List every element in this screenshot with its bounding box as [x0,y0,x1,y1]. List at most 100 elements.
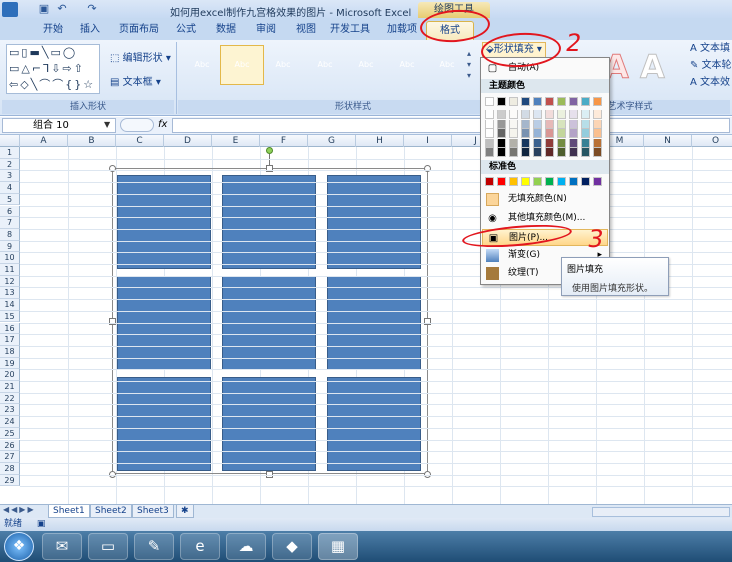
tab-insert[interactable]: 插入 [74,21,106,40]
wordart-style-white[interactable]: A [640,48,666,87]
standard-color-swatch[interactable] [593,177,602,186]
name-box-dropdown-icon[interactable]: ▼ [104,120,110,129]
theme-color-shade-swatch[interactable] [569,129,578,138]
column-header-o[interactable]: O [692,135,732,147]
column-header-n[interactable]: N [644,135,692,147]
theme-color-shade-swatch[interactable] [497,138,506,148]
paint-app-icon[interactable]: ✎ [134,533,174,560]
shape-style-aqua[interactable]: Abc [390,50,424,80]
sheet-nav-arrows-icon[interactable]: ◀◀▶▶ [3,505,36,514]
horizontal-scrollbar[interactable] [592,507,730,517]
grid-cell[interactable] [117,175,211,269]
row-header[interactable]: 27 [0,451,20,463]
theme-color-shade-swatch[interactable] [581,129,590,138]
tab-home[interactable]: 开始 [34,21,72,40]
theme-color-shade-swatch[interactable] [569,138,578,148]
theme-color-shade-swatch[interactable] [533,129,542,138]
standard-color-swatch[interactable] [533,177,542,186]
theme-color-shade-swatch[interactable] [545,148,554,157]
theme-color-shade-swatch[interactable] [545,138,554,148]
row-header[interactable]: 4 [0,182,20,194]
row-header[interactable]: 19 [0,357,20,370]
tab-view[interactable]: 视图 [290,21,322,40]
theme-color-shade-swatch[interactable] [557,129,566,138]
undo-icon[interactable]: ↶ [54,2,70,17]
shape-style-red[interactable]: Abc [266,50,300,80]
row-header[interactable]: 28 [0,462,20,475]
theme-color-swatch[interactable] [593,97,602,106]
grid-cell[interactable] [327,175,421,269]
theme-color-swatch[interactable] [581,97,590,106]
theme-color-shade-swatch[interactable] [569,110,578,119]
text-fill-button[interactable]: A 文本填 [690,42,730,56]
theme-color-shade-swatch[interactable] [509,110,518,119]
theme-color-shade-swatch[interactable] [497,119,506,129]
theme-color-shade-swatch[interactable] [509,148,518,157]
theme-color-shade-swatch[interactable] [593,138,602,148]
row-header[interactable]: 6 [0,205,20,218]
row-header[interactable]: 13 [0,287,20,300]
theme-color-shade-swatch[interactable] [485,119,494,129]
row-header[interactable]: 3 [0,170,20,183]
theme-color-shade-swatch[interactable] [581,148,590,157]
edit-shape-button[interactable]: ⬚ 编辑形状 ▾ [110,52,171,66]
theme-color-swatch[interactable] [485,97,494,106]
theme-color-swatch[interactable] [545,97,554,106]
theme-color-shade-swatch[interactable] [593,119,602,129]
standard-color-swatch[interactable] [497,177,506,186]
standard-color-swatch[interactable] [581,177,590,186]
theme-color-shade-swatch[interactable] [557,138,566,148]
theme-color-shade-swatch[interactable] [533,110,542,119]
theme-color-shade-swatch[interactable] [521,138,530,148]
column-header-i[interactable]: I [404,135,452,147]
worksheet[interactable]: A B C D E F G H I J K L M N O [0,135,732,504]
standard-color-swatch[interactable] [545,177,554,186]
theme-color-shade-swatch[interactable] [581,138,590,148]
theme-color-shade-swatch[interactable] [485,129,494,138]
file-explorer-icon[interactable]: ▭ [88,533,128,560]
resize-handle-right[interactable] [424,318,431,325]
row-header[interactable]: 29 [0,474,20,487]
theme-color-shade-swatch[interactable] [545,110,554,119]
standard-color-swatch[interactable] [485,177,494,186]
theme-color-shade-swatch[interactable] [533,119,542,129]
theme-color-shade-swatch[interactable] [569,148,578,157]
theme-color-shade-swatch[interactable] [545,129,554,138]
theme-color-shade-swatch[interactable] [497,129,506,138]
column-header-e[interactable]: E [212,135,260,147]
wechat-icon[interactable]: ☁ [226,533,266,560]
theme-color-shade-swatch[interactable] [557,119,566,129]
theme-color-shade-swatch[interactable] [497,148,506,157]
gallery-scroll-icon[interactable]: ▴ ▾ ▾ [467,48,471,81]
row-header[interactable]: 24 [0,416,20,428]
rotate-handle[interactable] [266,147,273,154]
theme-color-shade-swatch[interactable] [521,148,530,157]
row-header[interactable]: 1 [0,147,20,159]
theme-color-shade-swatch[interactable] [593,148,602,157]
theme-color-swatch[interactable] [509,97,518,106]
row-header[interactable]: 14 [0,299,20,311]
column-header-a[interactable]: A [20,135,68,147]
tab-page-layout[interactable]: 页面布局 [112,21,166,40]
select-all-corner[interactable] [0,135,20,147]
theme-color-shade-swatch[interactable] [533,148,542,157]
theme-color-shade-swatch[interactable] [557,110,566,119]
column-header-h[interactable]: H [356,135,404,147]
sheet-tab-sheet3[interactable]: Sheet3 [132,505,174,518]
theme-color-shade-swatch[interactable] [485,148,494,157]
standard-color-swatch[interactable] [557,177,566,186]
theme-color-swatch[interactable] [557,97,566,106]
internet-explorer-icon[interactable]: e [180,533,220,560]
theme-color-shade-swatch[interactable] [521,110,530,119]
row-header[interactable]: 22 [0,392,20,405]
macro-record-icon[interactable]: ▣ [37,519,46,529]
sheet-tab-sheet2[interactable]: Sheet2 [90,505,132,518]
formula-bar-divider[interactable] [120,118,154,132]
row-header[interactable]: 20 [0,369,20,381]
start-orb-icon[interactable]: ❖ [4,532,34,561]
theme-color-shade-swatch[interactable] [593,110,602,119]
save-icon[interactable]: ▣ [36,2,52,17]
theme-color-shade-swatch[interactable] [485,138,494,148]
row-header[interactable]: 11 [0,264,20,276]
excel-icon[interactable]: ▦ [318,533,358,560]
